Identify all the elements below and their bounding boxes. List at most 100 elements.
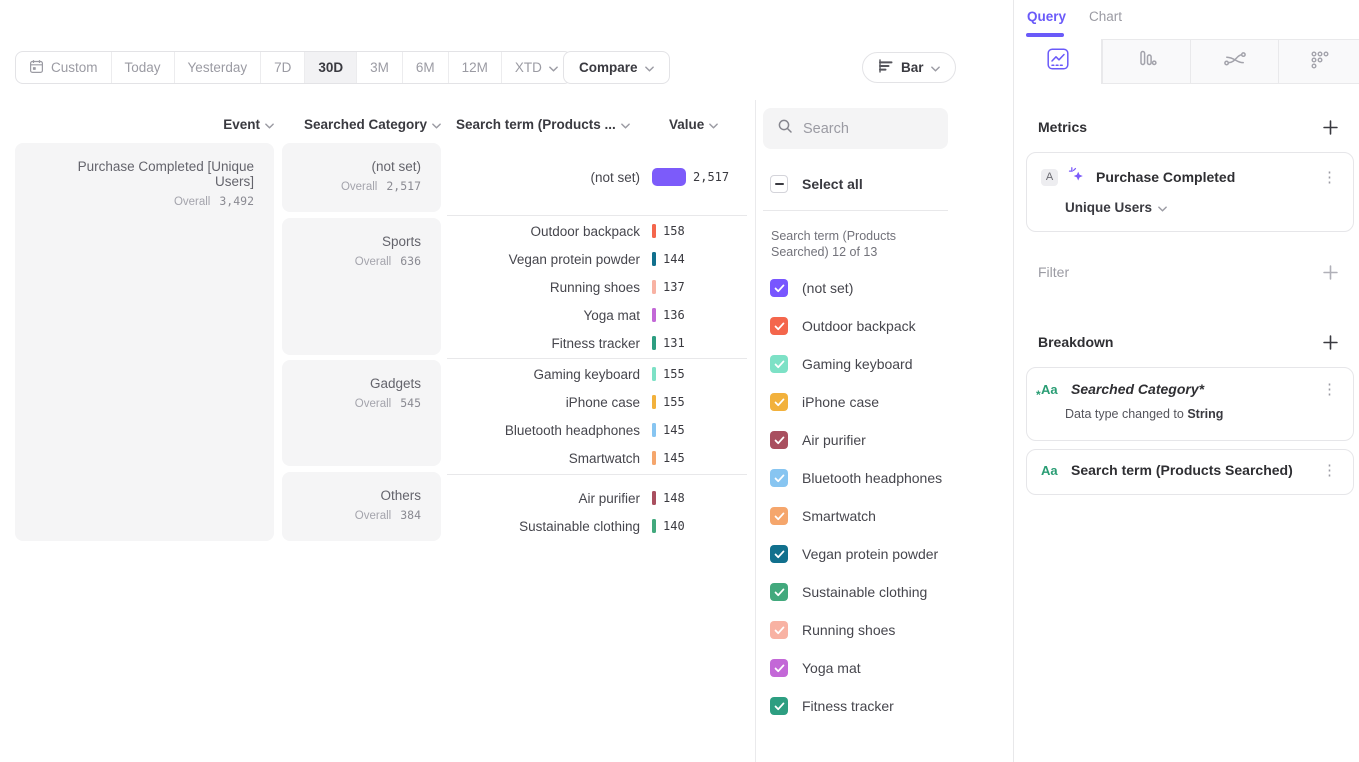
search-term-label: Air purifier bbox=[447, 491, 640, 506]
search-term-group: Gaming keyboard155iPhone case155Bluetoot… bbox=[447, 358, 747, 474]
search-input[interactable] bbox=[803, 121, 923, 137]
checkbox-checked[interactable] bbox=[770, 355, 788, 373]
search-term-row-smartwatch[interactable]: Smartwatch145 bbox=[447, 444, 747, 472]
segment-item-outdoor-backpack[interactable]: Outdoor backpack bbox=[770, 317, 942, 335]
segment-search-box[interactable] bbox=[763, 108, 948, 149]
column-header-category-label: Searched Category bbox=[304, 117, 427, 132]
category-cell-not-set[interactable]: (not set)Overall2,517 bbox=[282, 143, 441, 212]
breakdown-menu-kebab-icon[interactable]: ⋮ bbox=[1318, 382, 1341, 397]
checkbox-checked[interactable] bbox=[770, 317, 788, 335]
select-all-checkbox[interactable] bbox=[770, 175, 788, 193]
select-all-row[interactable]: Select all bbox=[770, 175, 863, 193]
search-term-row-sustainable-clothing[interactable]: Sustainable clothing140 bbox=[447, 512, 747, 540]
category-name: (not set) bbox=[302, 159, 421, 174]
date-range-6m[interactable]: 6M bbox=[402, 52, 448, 83]
search-term-row-gaming-keyboard[interactable]: Gaming keyboard155 bbox=[447, 360, 747, 388]
segment-item-bluetooth-headphones[interactable]: Bluetooth headphones bbox=[770, 469, 942, 487]
add-filter-button[interactable] bbox=[1323, 265, 1339, 281]
segment-item-label: iPhone case bbox=[802, 394, 879, 410]
checkbox-checked[interactable] bbox=[770, 393, 788, 411]
breakdown-card-searched-category[interactable]: Aa* Searched Category* ⋮ Data type chang… bbox=[1026, 367, 1354, 441]
segment-item-label: Sustainable clothing bbox=[802, 584, 927, 600]
checkbox-checked[interactable] bbox=[770, 621, 788, 639]
checkbox-checked[interactable] bbox=[770, 431, 788, 449]
compare-label: Compare bbox=[579, 60, 638, 75]
date-range-xtd[interactable]: XTD bbox=[501, 52, 571, 83]
segment-item-not-set[interactable]: (not set) bbox=[770, 279, 942, 297]
search-term-group: (not set)2,517 bbox=[447, 143, 747, 215]
checkbox-checked[interactable] bbox=[770, 545, 788, 563]
metric-card[interactable]: A Purchase Completed ⋮ Unique Users bbox=[1026, 152, 1354, 232]
date-range-today[interactable]: Today bbox=[111, 52, 174, 83]
metric-aggregation-selector[interactable]: Unique Users bbox=[1027, 188, 1353, 215]
segment-item-smartwatch[interactable]: Smartwatch bbox=[770, 507, 942, 525]
checkbox-checked[interactable] bbox=[770, 697, 788, 715]
column-header-event[interactable]: Event bbox=[15, 117, 274, 132]
checkbox-checked[interactable] bbox=[770, 507, 788, 525]
search-term-row-air-purifier[interactable]: Air purifier 148 bbox=[447, 484, 747, 512]
breakdown-note: Data type changed to String bbox=[1027, 397, 1353, 421]
segment-item-sustainable-clothing[interactable]: Sustainable clothing bbox=[770, 583, 942, 601]
search-term-row-yoga-mat[interactable]: Yoga mat136 bbox=[447, 301, 747, 329]
segment-item-label: Gaming keyboard bbox=[802, 356, 913, 372]
date-range-12m[interactable]: 12M bbox=[448, 52, 501, 83]
segment-item-running-shoes[interactable]: Running shoes bbox=[770, 621, 942, 639]
checkbox-checked[interactable] bbox=[770, 469, 788, 487]
segment-item-yoga-mat[interactable]: Yoga mat bbox=[770, 659, 942, 677]
breakdown-card-search-term[interactable]: Aa Search term (Products Searched) ⋮ bbox=[1026, 449, 1354, 495]
column-header-category[interactable]: Searched Category bbox=[282, 117, 441, 132]
compare-button[interactable]: Compare bbox=[563, 51, 670, 84]
category-cell-sports[interactable]: SportsOverall636 bbox=[282, 218, 441, 355]
event-cell[interactable]: Purchase Completed [Unique Users] Overal… bbox=[15, 143, 274, 541]
search-term-row-outdoor-backpack[interactable]: Outdoor backpack158 bbox=[447, 217, 747, 245]
tab-query[interactable]: Query bbox=[1027, 9, 1066, 24]
search-term-group: Outdoor backpack158Vegan protein powder1… bbox=[447, 215, 747, 358]
segment-item-iphone-case[interactable]: iPhone case bbox=[770, 393, 942, 411]
viz-tab-funnels[interactable] bbox=[1102, 39, 1190, 84]
tab-chart[interactable]: Chart bbox=[1089, 9, 1122, 24]
search-term-row-fitness-tracker[interactable]: Fitness tracker131 bbox=[447, 329, 747, 357]
add-breakdown-button[interactable] bbox=[1323, 335, 1339, 351]
segment-item-fitness-tracker[interactable]: Fitness tracker bbox=[770, 697, 942, 715]
search-term-row-bluetooth-headphones[interactable]: Bluetooth headphones145 bbox=[447, 416, 747, 444]
segment-item-gaming-keyboard[interactable]: Gaming keyboard bbox=[770, 355, 942, 373]
metric-menu-kebab-icon[interactable]: ⋮ bbox=[1318, 170, 1341, 185]
breakdown-menu-kebab-icon[interactable]: ⋮ bbox=[1318, 463, 1341, 478]
value-number: 148 bbox=[663, 491, 685, 505]
date-range-7d[interactable]: 7D bbox=[260, 52, 304, 83]
date-range-yesterday[interactable]: Yesterday bbox=[174, 52, 261, 83]
flows-icon bbox=[1223, 48, 1247, 75]
analytics-app: CustomTodayYesterday7D30D3M6M12MXTD Comp… bbox=[0, 0, 1359, 762]
query-builder-panel: Query Chart bbox=[1013, 0, 1359, 762]
search-term-row-not-set[interactable]: (not set)2,517 bbox=[447, 163, 747, 191]
search-term-row-running-shoes[interactable]: Running shoes137 bbox=[447, 273, 747, 301]
search-term-row-vegan-protein-powder[interactable]: Vegan protein powder144 bbox=[447, 245, 747, 273]
segment-item-label: (not set) bbox=[802, 280, 853, 296]
category-cell-gadgets[interactable]: GadgetsOverall545 bbox=[282, 360, 441, 466]
checkbox-checked[interactable] bbox=[770, 659, 788, 677]
viz-tab-flows[interactable] bbox=[1190, 39, 1278, 84]
column-header-search-term[interactable]: Search term (Products ... bbox=[456, 117, 630, 132]
segment-check-list: (not set) Outdoor backpack Gaming keyboard… bbox=[770, 279, 942, 735]
segment-item-vegan-protein-powder[interactable]: Vegan protein powder bbox=[770, 545, 942, 563]
visualization-tabs bbox=[1014, 39, 1359, 84]
search-term-column: (not set)2,517 Outdoor backpack158Vegan p… bbox=[447, 143, 747, 550]
date-range-3m[interactable]: 3M bbox=[356, 52, 402, 83]
date-range-30d[interactable]: 30D bbox=[304, 52, 356, 83]
checkbox-checked[interactable] bbox=[770, 583, 788, 601]
search-term-label: (not set) bbox=[447, 170, 640, 185]
chevron-down-icon bbox=[1158, 200, 1167, 215]
viz-tab-insights[interactable] bbox=[1014, 39, 1102, 84]
category-overall-value: 636 bbox=[400, 254, 421, 268]
viz-tab-retention[interactable] bbox=[1278, 39, 1359, 84]
checkbox-checked[interactable] bbox=[770, 279, 788, 297]
column-header-event-label: Event bbox=[223, 117, 260, 132]
search-term-row-iphone-case[interactable]: iPhone case155 bbox=[447, 388, 747, 416]
add-metric-button[interactable] bbox=[1323, 120, 1339, 136]
filter-section-title: Filter bbox=[1038, 264, 1069, 280]
category-cell-others[interactable]: OthersOverall384 bbox=[282, 472, 441, 541]
date-range-custom[interactable]: Custom bbox=[16, 52, 111, 83]
chart-type-button[interactable]: Bar bbox=[862, 52, 956, 83]
column-header-value[interactable]: Value bbox=[669, 117, 718, 132]
segment-item-air-purifier[interactable]: Air purifier bbox=[770, 431, 942, 449]
